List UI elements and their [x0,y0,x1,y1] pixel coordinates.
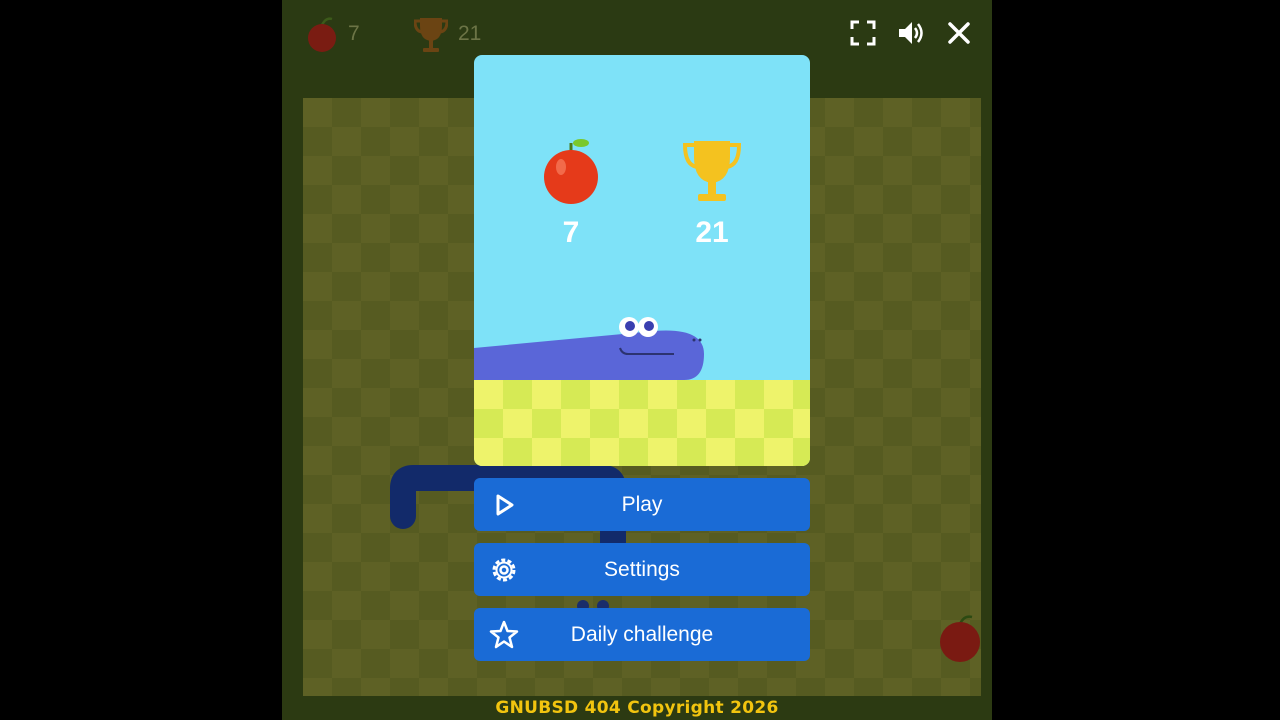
close-icon[interactable] [944,18,974,48]
apple-icon [308,17,336,52]
board-apple-icon [940,615,980,662]
footer-copyright: GNUBSD 404 Copyright 2026 [495,698,779,718]
panel-snake [474,317,704,380]
panel-grass [474,380,810,466]
fullscreen-icon[interactable] [848,18,878,48]
play-label: Play [621,493,663,516]
trophy-icon [682,141,742,201]
settings-button[interactable]: Settings [474,543,810,596]
panel-score: 7 [521,135,621,250]
apple-icon [544,139,598,204]
settings-label: Settings [604,558,680,581]
hud-apple-score: 7 [306,14,360,54]
panel-high-score: 21 [662,135,762,250]
hud-apple-count: 7 [348,22,360,45]
play-button[interactable]: Play [474,478,810,531]
daily-challenge-button[interactable]: Daily challenge [474,608,810,661]
hud-best-count: 21 [458,22,482,45]
start-panel: 7 21 [474,55,810,466]
panel-score-value: 7 [562,216,580,249]
panel-high-score-value: 21 [695,216,729,249]
trophy-icon [414,18,448,52]
hud-best-score: 21 [414,14,481,54]
daily-challenge-label: Daily challenge [570,623,714,646]
speaker-icon[interactable] [896,18,926,48]
